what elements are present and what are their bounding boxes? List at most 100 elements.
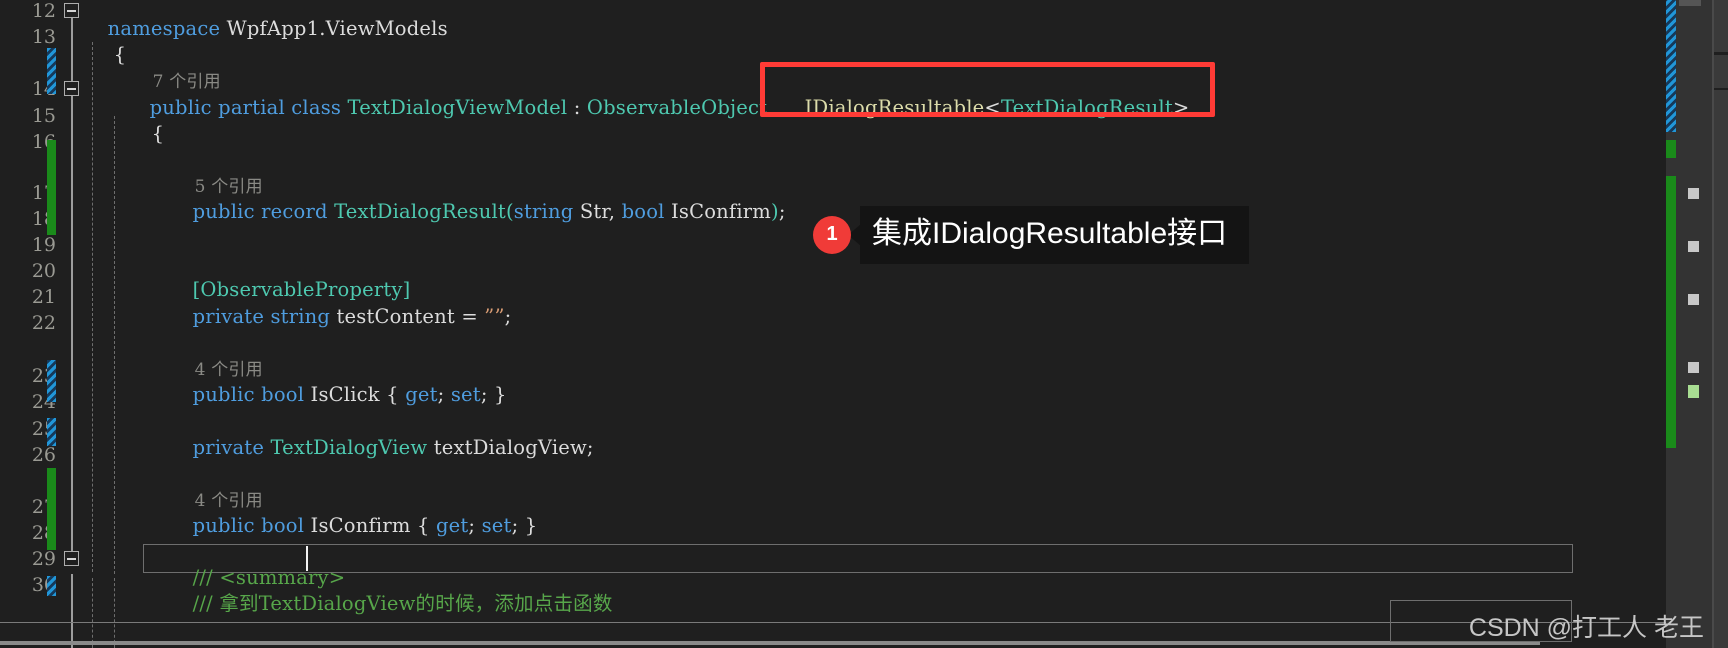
keyword-bool: bool — [621, 200, 665, 223]
callout-step-badge: 1 — [813, 215, 851, 254]
structure-guide-line — [71, 18, 73, 566]
callout-text: 集成IDialogResultable接口 — [860, 206, 1250, 264]
code-line-13[interactable]: { — [88, 26, 126, 83]
paren-close: ) — [771, 200, 779, 223]
line-number: 26 — [31, 444, 56, 466]
semicolon: ; — [504, 305, 512, 328]
change-bar-unsaved — [47, 418, 56, 446]
scrollbar-side-panel — [1714, 0, 1728, 52]
keyword-private: private — [192, 305, 265, 328]
scrollbar-side-panel — [1714, 55, 1728, 88]
accessor-open-brace: { — [379, 383, 406, 406]
semicolon: ; — [437, 383, 451, 406]
property-name: IsClick — [304, 383, 380, 406]
scrollbar-marker — [1688, 362, 1699, 373]
collapse-minus-icon[interactable] — [64, 551, 79, 566]
assign-operator: = — [454, 305, 485, 328]
open-brace: { — [151, 122, 165, 145]
param-isconfirm: IsConfirm — [664, 200, 772, 223]
watermark-text: CSDN @打工人 老王 — [1468, 614, 1704, 642]
code-line-21[interactable]: private string testContent = ””; — [167, 288, 512, 345]
keyword-bool: bool — [254, 514, 305, 537]
keyword-public: public — [192, 200, 255, 223]
code-line-17[interactable]: public record TextDialogResult(string St… — [167, 183, 786, 240]
base-class-name: ObservableObject — [586, 96, 768, 119]
semicolon: ; — [511, 514, 525, 537]
keyword-set: set — [450, 383, 481, 406]
keyword-class: class — [284, 96, 342, 119]
line-number: 29 — [31, 548, 56, 570]
keyword-public: public — [192, 383, 255, 406]
change-bar-unsaved — [47, 360, 56, 402]
property-name: IsConfirm — [304, 514, 411, 537]
scrollbar-side-panel — [1714, 90, 1728, 648]
code-editor[interactable]: 12 13 14 15 16 17 18 19 20 21 22 23 24 2… — [0, 0, 1728, 648]
semicolon: ; — [778, 200, 786, 223]
scrollbar-change-mark-saved — [1666, 176, 1676, 448]
semicolon: ; — [480, 383, 494, 406]
paren-open: ( — [505, 200, 514, 223]
scrollbar-change-mark-saved — [1666, 140, 1676, 158]
code-line-15[interactable]: { — [126, 105, 164, 162]
keyword-get: get — [435, 514, 469, 537]
xml-doc-comment: /// 拿到TextDialogView的时候，添加点击函数 — [192, 592, 613, 615]
accessor-close-brace: } — [493, 383, 507, 406]
keyword-record: record — [254, 200, 328, 223]
keyword-set: set — [481, 514, 512, 537]
line-number: 21 — [31, 286, 56, 308]
annotation-callout: 1 集成IDialogResultable接口 — [813, 206, 1250, 264]
collapse-minus-icon[interactable] — [64, 81, 79, 96]
code-line-14[interactable]: public partial class TextDialogViewModel… — [124, 79, 767, 136]
line-number: 12 — [31, 0, 56, 22]
horizontal-scrollbar-thumb[interactable] — [0, 641, 1540, 645]
keyword-public: public — [192, 514, 255, 537]
line-number: 19 — [31, 234, 56, 256]
indent-guide — [92, 578, 93, 648]
current-line-highlight — [143, 544, 1573, 573]
keyword-bool: bool — [254, 383, 305, 406]
scrollbar-marker — [1679, 0, 1701, 6]
code-line-12[interactable]: namespace WpfApp1.ViewModels — [82, 0, 448, 57]
class-name: TextDialogViewModel — [341, 96, 568, 119]
semicolon: ; — [586, 436, 594, 459]
keyword-partial: partial — [211, 96, 285, 119]
code-line-25[interactable]: private TextDialogView textDialogView; — [167, 419, 594, 476]
accessor-open-brace: { — [410, 514, 436, 537]
change-bar-unsaved — [47, 576, 56, 596]
annotation-red-rectangle — [760, 62, 1215, 117]
text-caret — [306, 546, 308, 571]
accessor-close-brace: } — [524, 514, 538, 537]
param-str: Str — [573, 200, 609, 223]
indent-guide — [114, 578, 115, 648]
editor-gutter: 12 13 14 15 16 17 18 19 20 21 22 23 24 2… — [0, 0, 62, 648]
change-bar-unsaved — [47, 48, 56, 94]
colon: : — [567, 96, 587, 119]
record-name: TextDialogResult — [327, 200, 506, 223]
namespace-name: WpfApp1.ViewModels — [220, 17, 448, 40]
scrollbar-marker — [1688, 294, 1699, 305]
change-bar-saved — [47, 468, 56, 550]
keyword-string: string — [264, 305, 331, 328]
field-name: testContent — [330, 305, 455, 328]
line-number: 22 — [31, 312, 56, 334]
change-bar-saved — [47, 140, 56, 235]
code-line-23[interactable]: public bool IsClick { get; set; } — [167, 366, 507, 423]
semicolon: ; — [468, 514, 482, 537]
comma: , — [608, 200, 622, 223]
collapse-minus-icon[interactable] — [64, 3, 79, 18]
keyword-string: string — [513, 200, 574, 223]
scrollbar-marker — [1688, 188, 1699, 199]
open-brace: { — [113, 43, 127, 66]
code-line-30[interactable]: /// 拿到TextDialogView的时候，添加点击函数 — [167, 575, 613, 632]
keyword-private: private — [192, 436, 265, 459]
line-number: 13 — [31, 26, 56, 48]
line-number: 20 — [31, 260, 56, 282]
string-literal: ”” — [484, 305, 505, 328]
field-name: textDialogView — [427, 436, 587, 459]
indent-guide — [114, 116, 115, 574]
scrollbar-marker-current — [1688, 385, 1699, 398]
line-number: 15 — [31, 105, 56, 127]
indent-guide — [92, 42, 93, 572]
scrollbar-change-mark-unsaved — [1666, 0, 1676, 132]
keyword-get: get — [405, 383, 438, 406]
